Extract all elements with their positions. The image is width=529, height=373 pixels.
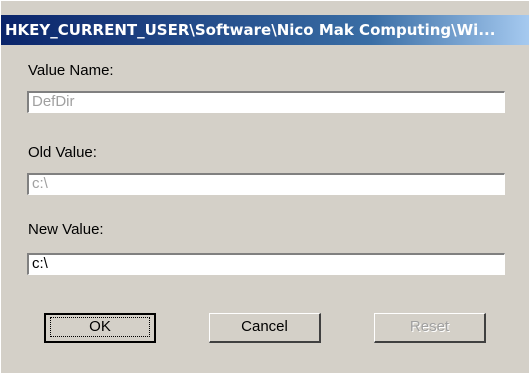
value-name-field: DefDir <box>27 91 505 113</box>
ok-button-label: OK <box>50 317 150 337</box>
old-value-label: Old Value: <box>28 144 97 161</box>
ok-button[interactable]: OK <box>44 313 156 343</box>
edit-value-dialog: HKEY_CURRENT_USER\Software\Nico Mak Comp… <box>0 0 529 373</box>
value-name-label: Value Name: <box>28 62 114 79</box>
new-value-label: New Value: <box>28 221 104 238</box>
cancel-button[interactable]: Cancel <box>209 313 321 343</box>
reset-button: Reset <box>374 313 486 343</box>
new-value-input[interactable]: c:\ <box>27 253 505 275</box>
window-title: HKEY_CURRENT_USER\Software\Nico Mak Comp… <box>5 21 496 39</box>
old-value-field: c:\ <box>27 173 505 195</box>
title-bar[interactable]: HKEY_CURRENT_USER\Software\Nico Mak Comp… <box>1 15 529 45</box>
